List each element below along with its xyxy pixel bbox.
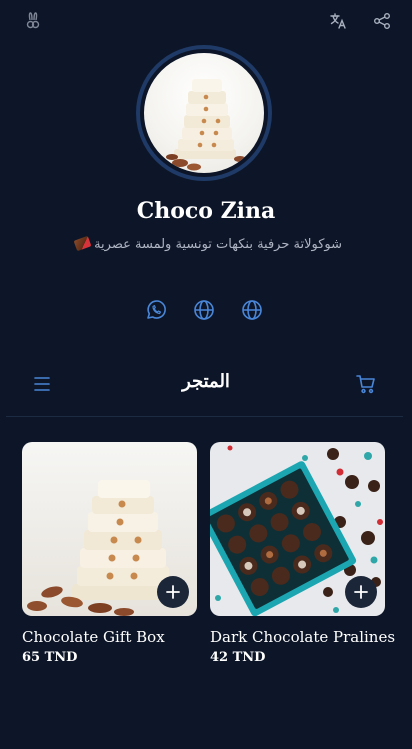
globe-icon[interactable] [241, 299, 263, 321]
shop-header: المتجر [0, 370, 412, 400]
product-price: 42 TND [210, 650, 266, 665]
share-icon[interactable] [373, 12, 391, 30]
globe-icon[interactable] [193, 299, 215, 321]
plus-icon [166, 585, 180, 599]
product-image[interactable] [210, 442, 385, 616]
plus-icon [354, 585, 368, 599]
profile-bio: شوكولاتة حرفية بنكهات تونسية ولمسة عصرية [0, 235, 412, 252]
add-to-cart-button[interactable] [157, 576, 189, 608]
top-bar [0, 12, 412, 32]
avatar-image [144, 53, 264, 173]
profile-avatar [136, 45, 272, 181]
product-image[interactable] [22, 442, 197, 616]
shopping-cart-icon[interactable] [356, 374, 376, 394]
product-card[interactable]: Chocolate Gift Box 65 TND [22, 442, 197, 665]
product-name[interactable]: Dark Chocolate Pralines [210, 628, 395, 646]
chocolate-emoji-icon [73, 235, 92, 252]
bio-text: شوكولاتة حرفية بنكهات تونسية ولمسة عصرية [94, 237, 343, 252]
divider [6, 416, 403, 417]
whatsapp-icon[interactable] [145, 299, 167, 321]
social-links [0, 299, 412, 323]
bunny-logo-icon[interactable] [24, 12, 42, 30]
product-price: 65 TND [22, 650, 78, 665]
profile-name: Choco Zina [136, 198, 276, 224]
shop-title: المتجر [182, 371, 230, 392]
add-to-cart-button[interactable] [345, 576, 377, 608]
translate-icon[interactable] [329, 12, 347, 30]
product-name[interactable]: Chocolate Gift Box [22, 628, 197, 646]
product-card[interactable]: Dark Chocolate Pralines 42 TND [210, 442, 395, 665]
